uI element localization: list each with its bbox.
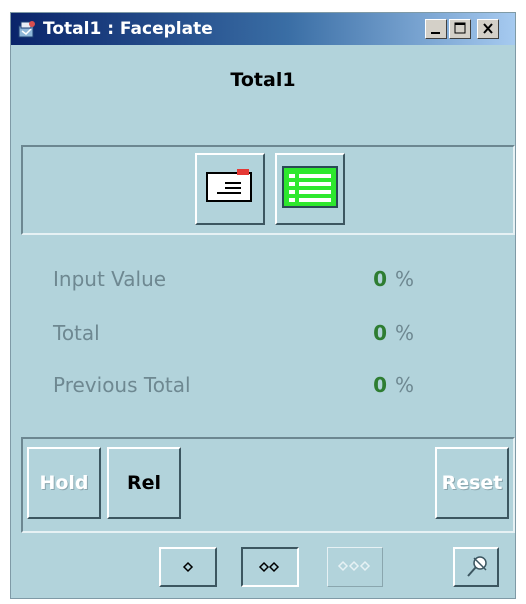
command-panel: Hold Rel Reset [21, 437, 515, 533]
single-view-button[interactable] [159, 547, 217, 587]
maximize-button[interactable] [449, 19, 471, 39]
single-diamond-icon [182, 561, 194, 573]
previous-total-label: Previous Total [53, 373, 191, 397]
message-icon [206, 169, 252, 202]
window-title: Total1 : Faceplate [43, 19, 213, 39]
trend-table-icon [282, 166, 338, 208]
total-label: Total [53, 321, 100, 345]
minimize-icon [431, 32, 440, 34]
pin-icon [467, 556, 487, 577]
triple-view-button[interactable] [327, 547, 383, 587]
total-unit: % [395, 321, 415, 345]
double-diamond-icon [258, 561, 280, 573]
rel-button[interactable]: Rel [107, 447, 181, 519]
input-value-value: 0 [373, 267, 387, 291]
total-value: 0 [373, 321, 387, 345]
measurement-area: Input Value 0 % Total 0 % Previous Total… [11, 237, 515, 433]
previous-total-value: 0 [373, 373, 387, 397]
close-icon [483, 23, 493, 34]
title-bar[interactable]: Total1 : Faceplate [11, 13, 515, 45]
app-icon [17, 19, 37, 39]
previous-total-unit: % [395, 373, 415, 397]
close-button[interactable] [477, 19, 499, 39]
trend-table-button[interactable] [275, 153, 345, 225]
maximize-icon [454, 22, 466, 34]
triple-diamond-icon [337, 560, 371, 572]
message-button[interactable] [195, 153, 265, 225]
input-value-unit: % [395, 267, 415, 291]
minimize-button[interactable] [425, 19, 447, 39]
input-value-label: Input Value [53, 267, 167, 291]
hold-button[interactable]: Hold [27, 447, 101, 519]
reset-button[interactable]: Reset [435, 447, 509, 519]
faceplate-window: Total1 : Faceplate Total1 Input Value 0 … [10, 12, 516, 599]
pin-button[interactable] [453, 547, 499, 587]
toolbar-panel [21, 145, 515, 235]
faceplate-title: Total1 [230, 69, 296, 91]
double-view-button[interactable] [241, 547, 299, 587]
